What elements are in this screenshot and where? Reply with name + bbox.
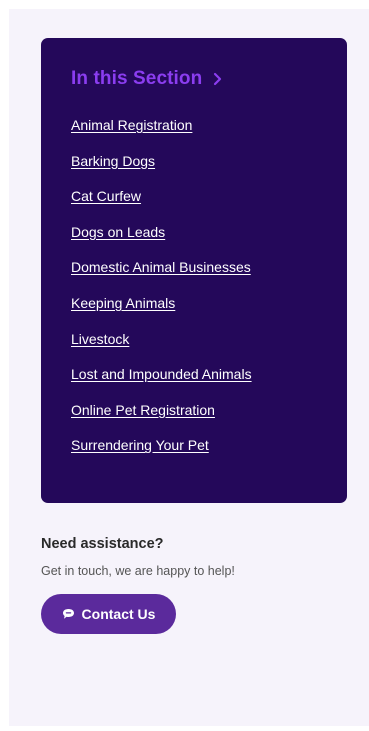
link-livestock[interactable]: Livestock xyxy=(71,331,129,347)
chevron-right-icon xyxy=(214,72,222,86)
link-online-pet-registration[interactable]: Online Pet Registration xyxy=(71,402,215,418)
page-background: In this Section Animal Registration Bark… xyxy=(9,9,369,726)
section-heading[interactable]: In this Section xyxy=(71,68,224,90)
link-lost-and-impounded-animals[interactable]: Lost and Impounded Animals xyxy=(71,366,252,382)
link-cat-curfew[interactable]: Cat Curfew xyxy=(71,188,141,204)
list-item: Lost and Impounded Animals xyxy=(71,365,252,401)
list-item: Animal Registration xyxy=(71,116,252,152)
link-surrendering-your-pet[interactable]: Surrendering Your Pet xyxy=(71,437,209,453)
link-keeping-animals[interactable]: Keeping Animals xyxy=(71,295,175,311)
assistance-title: Need assistance? xyxy=(41,536,164,552)
assistance-subtitle: Get in touch, we are happy to help! xyxy=(41,564,235,578)
list-item: Online Pet Registration xyxy=(71,401,252,437)
chat-bubble-icon xyxy=(62,609,74,619)
link-domestic-animal-businesses[interactable]: Domestic Animal Businesses xyxy=(71,259,251,275)
list-item: Barking Dogs xyxy=(71,152,252,188)
list-item: Livestock xyxy=(71,330,252,366)
contact-us-button[interactable]: Contact Us xyxy=(41,594,176,634)
contact-us-label: Contact Us xyxy=(81,606,156,622)
section-links-list: Animal Registration Barking Dogs Cat Cur… xyxy=(71,116,252,472)
link-barking-dogs[interactable]: Barking Dogs xyxy=(71,153,155,169)
in-this-section-card: In this Section Animal Registration Bark… xyxy=(41,38,347,503)
link-dogs-on-leads[interactable]: Dogs on Leads xyxy=(71,224,165,240)
list-item: Keeping Animals xyxy=(71,294,252,330)
link-animal-registration[interactable]: Animal Registration xyxy=(71,117,192,133)
list-item: Domestic Animal Businesses xyxy=(71,258,252,294)
list-item: Dogs on Leads xyxy=(71,223,252,259)
list-item: Cat Curfew xyxy=(71,187,252,223)
section-heading-label: In this Section xyxy=(71,68,203,89)
list-item: Surrendering Your Pet xyxy=(71,436,252,472)
